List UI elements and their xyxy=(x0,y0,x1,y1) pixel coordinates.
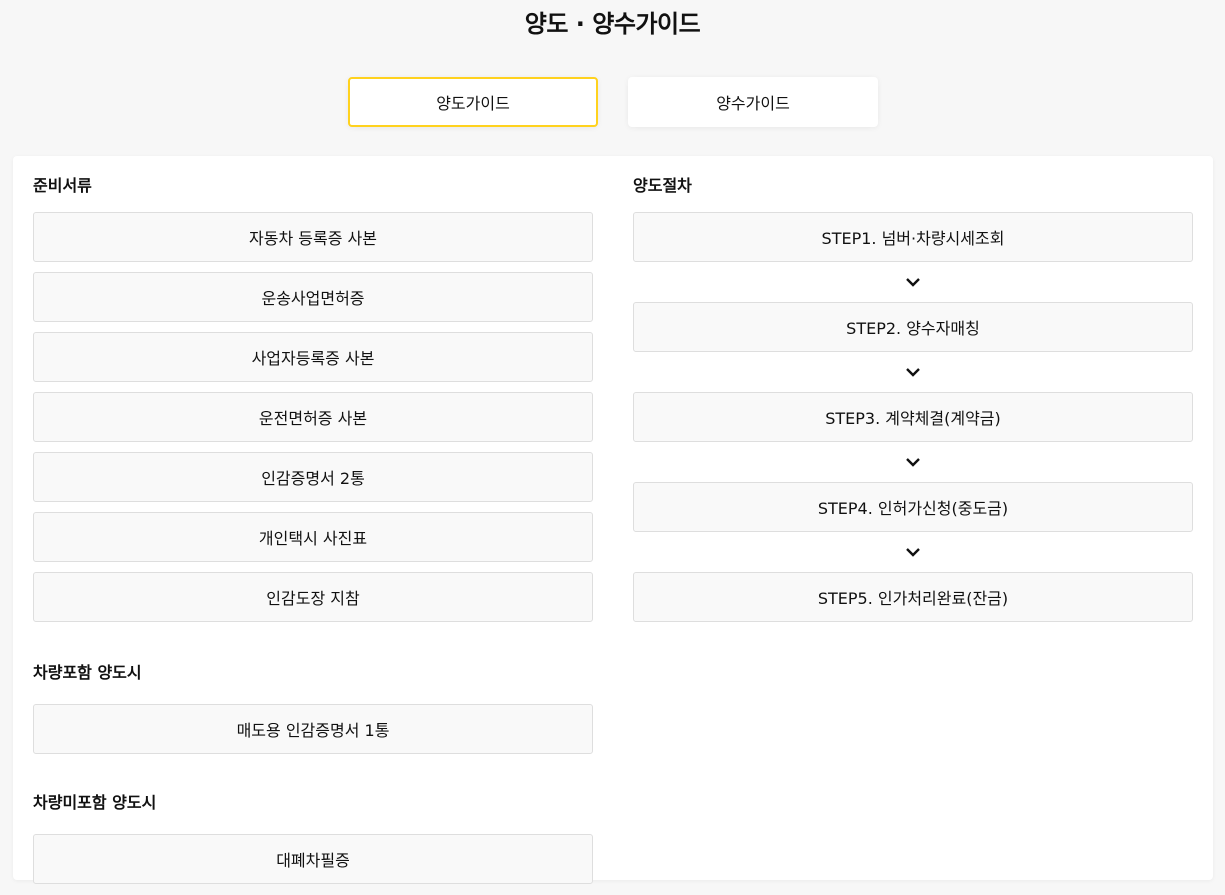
guide-tabs: 양도가이드 양수가이드 xyxy=(348,77,878,127)
step-arrow xyxy=(633,262,1193,302)
chevron-down-icon xyxy=(906,368,920,377)
procedure-step-4: STEP4. 인허가신청(중도금) xyxy=(633,482,1193,532)
document-item: 운송사업면허증 xyxy=(33,272,593,322)
with-vehicle-item: 매도용 인감증명서 1통 xyxy=(33,704,593,754)
chevron-down-icon xyxy=(906,548,920,557)
chevron-down-icon xyxy=(906,278,920,287)
tab-transfer-guide[interactable]: 양도가이드 xyxy=(348,77,598,127)
without-vehicle-title: 차량미포함 양도시 xyxy=(33,793,157,812)
documents-title: 준비서류 xyxy=(33,176,92,195)
tab-acquisition-guide[interactable]: 양수가이드 xyxy=(628,77,878,127)
document-item: 인감도장 지참 xyxy=(33,572,593,622)
document-item: 사업자등록증 사본 xyxy=(33,332,593,382)
procedure-title: 양도절차 xyxy=(633,176,692,195)
step-arrow xyxy=(633,352,1193,392)
without-vehicle-item: 대폐차필증 xyxy=(33,834,593,884)
chevron-down-icon xyxy=(906,458,920,467)
document-item: 개인택시 사진표 xyxy=(33,512,593,562)
step-arrow xyxy=(633,442,1193,482)
procedure-step-1: STEP1. 넘버·차량시세조회 xyxy=(633,212,1193,262)
document-item: 운전면허증 사본 xyxy=(33,392,593,442)
document-item: 인감증명서 2통 xyxy=(33,452,593,502)
procedure-step-2: STEP2. 양수자매칭 xyxy=(633,302,1193,352)
procedure-step-3: STEP3. 계약체결(계약금) xyxy=(633,392,1193,442)
page-title: 양도 · 양수가이드 xyxy=(524,10,701,38)
document-item: 자동차 등록증 사본 xyxy=(33,212,593,262)
guide-card: 준비서류 자동차 등록증 사본 운송사업면허증 사업자등록증 사본 운전면허증 … xyxy=(13,156,1213,884)
step-arrow xyxy=(633,532,1193,572)
with-vehicle-title: 차량포함 양도시 xyxy=(33,663,142,682)
documents-column: 준비서류 자동차 등록증 사본 운송사업면허증 사업자등록증 사본 운전면허증 … xyxy=(33,156,593,894)
procedure-column: 양도절차 STEP1. 넘버·차량시세조회 STEP2. 양수자매칭 STEP3… xyxy=(633,156,1193,622)
procedure-step-5: STEP5. 인가처리완료(잔금) xyxy=(633,572,1193,622)
